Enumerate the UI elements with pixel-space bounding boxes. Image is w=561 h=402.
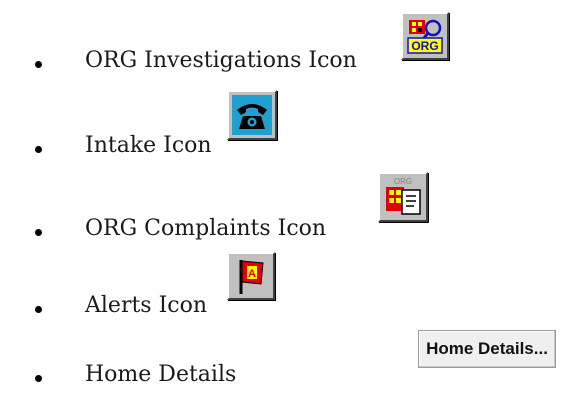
svg-text:A: A [248, 268, 256, 280]
home-details-button[interactable]: Home Details... [418, 330, 556, 368]
item-label: Alerts Icon [85, 293, 208, 318]
alert-flag-icon[interactable]: A [227, 252, 275, 300]
telephone-icon[interactable] [227, 90, 277, 140]
bullet [35, 229, 42, 236]
org-complaints-icon[interactable]: ORG [378, 172, 428, 222]
org-investigations-icon[interactable]: ORG [401, 12, 449, 60]
item-label: Intake Icon [85, 133, 212, 158]
item-label: Home Details [85, 362, 237, 387]
svg-text:ORG: ORG [411, 39, 438, 53]
bullet [35, 375, 42, 382]
item-label: ORG Complaints Icon [85, 216, 327, 241]
bullet [35, 146, 42, 153]
svg-text:ORG: ORG [394, 177, 412, 186]
item-label: ORG Investigations Icon [85, 48, 357, 73]
bullet [35, 306, 42, 313]
bullet [35, 61, 42, 68]
